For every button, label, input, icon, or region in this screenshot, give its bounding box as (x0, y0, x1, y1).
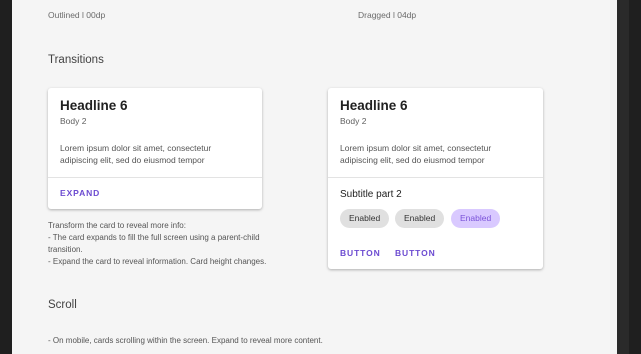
dragged-label: Dragged l 04dp (358, 10, 417, 20)
transition-description: Transform the card to reveal more info: … (48, 220, 266, 268)
chip-enabled[interactable]: Enabled (395, 209, 445, 228)
chip-enabled[interactable]: Enabled (340, 209, 390, 228)
expand-button[interactable]: EXPAND (60, 188, 100, 198)
card-divider (328, 177, 543, 178)
chip-enabled-selected[interactable]: Enabled (451, 209, 501, 228)
scroll-heading: Scroll (48, 299, 77, 311)
card-action-button-1[interactable]: BUTTON (340, 248, 381, 258)
outlined-label: Outlined l 00dp (48, 10, 106, 20)
description-line: Transform the card to reveal more info: (48, 221, 186, 230)
card-subhead: Body 2 (60, 116, 87, 126)
scrollbar-track[interactable] (617, 0, 629, 354)
card-body-text: Lorem ipsum dolor sit amet, consectetur … (340, 143, 492, 165)
card-subhead: Body 2 (340, 116, 367, 126)
card-divider (48, 177, 262, 178)
card-subtitle: Subtitle part 2 (340, 189, 402, 200)
card-headline: Headline 6 (340, 98, 408, 113)
card-headline: Headline 6 (60, 98, 128, 113)
card-action-button-2[interactable]: BUTTON (395, 248, 436, 258)
scroll-description: - On mobile, cards scrolling within the … (48, 335, 323, 347)
expanded-card[interactable]: Headline 6 Body 2 Lorem ipsum dolor sit … (328, 88, 543, 269)
expand-card[interactable]: Headline 6 Body 2 Lorem ipsum dolor sit … (48, 88, 262, 209)
card-body-text: Lorem ipsum dolor sit amet, consectetur … (60, 143, 212, 165)
description-line: - Expand the card to reveal information.… (48, 257, 267, 266)
description-line: - The card expands to fill the full scre… (48, 233, 260, 242)
content-sheet: Outlined l 00dp Dragged l 04dp Transitio… (12, 0, 629, 354)
description-line: - On mobile, cards scrolling within the … (48, 336, 323, 345)
transitions-heading: Transitions (48, 54, 104, 66)
description-line: transition. (48, 245, 83, 254)
